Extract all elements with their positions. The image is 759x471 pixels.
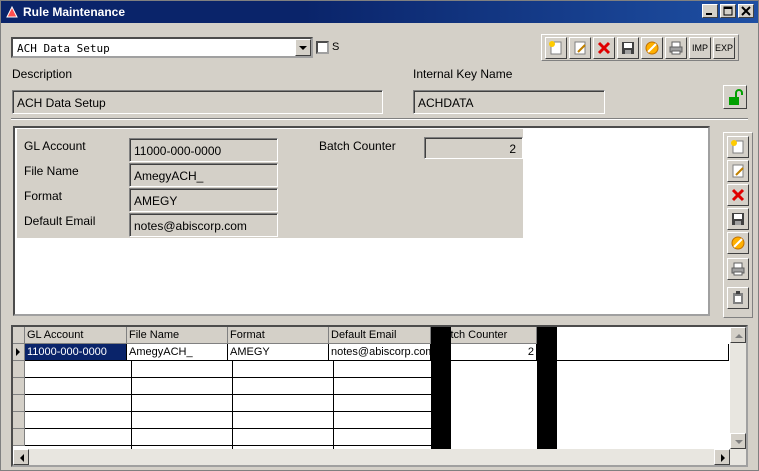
- sidebar-cancel-button[interactable]: [727, 232, 749, 254]
- save-icon: [622, 42, 634, 54]
- new-icon: [549, 41, 562, 55]
- edit-icon: [574, 41, 586, 55]
- grid-header-format[interactable]: Format: [228, 327, 329, 344]
- table-cell[interactable]: 11000-000-0000: [25, 344, 127, 361]
- cancel-icon: [645, 41, 659, 55]
- grid-line: [329, 361, 334, 451]
- delete-icon: [731, 188, 745, 202]
- maximize-icon: [723, 6, 733, 16]
- row-indicator[interactable]: [13, 344, 25, 361]
- grid-header-default-email[interactable]: Default Email: [329, 327, 431, 344]
- delete-button[interactable]: [593, 37, 615, 59]
- table-cell[interactable]: [557, 344, 729, 361]
- rule-maintenance-window: Rule Maintenance ACH Data Setup S IMP EX…: [0, 0, 759, 471]
- grid-header-gl-account[interactable]: GL Account: [25, 327, 127, 344]
- save-icon: [732, 213, 744, 225]
- new-icon: [731, 140, 744, 154]
- new-button[interactable]: [545, 37, 567, 59]
- scroll-up-button[interactable]: [730, 327, 746, 343]
- minimize-button[interactable]: [702, 4, 718, 18]
- print-icon: [731, 262, 745, 276]
- table-cell[interactable]: 2: [435, 344, 537, 361]
- sidebar-new-button[interactable]: [727, 136, 749, 158]
- detail-panel: GL Account 11000-000-0000 File Name Ameg…: [13, 126, 710, 316]
- gl-account-label: GL Account: [24, 139, 86, 153]
- rule-selector-value: ACH Data Setup: [17, 42, 110, 55]
- description-label: Description: [12, 67, 73, 81]
- print-button[interactable]: [665, 37, 687, 59]
- cancel-icon: [731, 236, 745, 250]
- table-cell[interactable]: notes@abiscorp.com: [329, 344, 431, 361]
- grid-header-file-name[interactable]: File Name: [127, 327, 228, 344]
- maximize-button[interactable]: [720, 4, 736, 18]
- row-indicator[interactable]: [13, 412, 25, 429]
- close-button[interactable]: [738, 4, 754, 18]
- row-indicator[interactable]: [13, 361, 25, 378]
- grid-line: [127, 361, 132, 451]
- window-title: Rule Maintenance: [23, 5, 126, 19]
- main-toolbar: IMP EXP: [541, 34, 739, 61]
- scroll-left-button[interactable]: [13, 449, 29, 465]
- internal-key-field[interactable]: ACHDATA: [413, 90, 605, 114]
- cancel-button[interactable]: [641, 37, 663, 59]
- sidebar-save-button[interactable]: [727, 208, 749, 230]
- detail-form: GL Account 11000-000-0000 File Name Ameg…: [17, 129, 523, 238]
- record-sidebar-toolbar: [723, 132, 753, 318]
- file-name-field[interactable]: AmegyACH_: [129, 163, 278, 187]
- s-checkbox[interactable]: [316, 41, 329, 54]
- chevron-down-icon: [735, 440, 743, 444]
- grid-line: [228, 361, 233, 451]
- chevron-up-icon: [735, 334, 743, 338]
- batch-counter-field[interactable]: 2: [424, 137, 523, 159]
- batch-counter-label: Batch Counter: [319, 139, 396, 153]
- gl-account-field[interactable]: 11000-000-0000: [129, 138, 278, 162]
- import-button[interactable]: IMP: [689, 37, 711, 59]
- header-divider: [11, 118, 748, 120]
- delete-icon: [597, 41, 611, 55]
- close-icon: [741, 6, 751, 16]
- save-button[interactable]: [617, 37, 639, 59]
- row-indicator[interactable]: [13, 429, 25, 446]
- lock-button[interactable]: [723, 85, 747, 109]
- scroll-right-button[interactable]: [714, 449, 730, 465]
- lock-open-icon: [729, 89, 743, 105]
- description-field[interactable]: ACH Data Setup: [12, 90, 383, 114]
- row-indicator[interactable]: [13, 378, 25, 395]
- edit-button[interactable]: [569, 37, 591, 59]
- format-field[interactable]: AMEGY: [129, 188, 278, 212]
- export-button[interactable]: EXP: [713, 37, 735, 59]
- sidebar-delete-button[interactable]: [727, 184, 749, 206]
- app-icon: [6, 5, 18, 18]
- print-icon: [669, 41, 683, 55]
- file-name-label: File Name: [24, 164, 79, 178]
- chevron-down-icon: [299, 46, 307, 50]
- chevron-left-icon: [20, 454, 24, 462]
- grid-vertical-scrollbar[interactable]: [730, 327, 746, 449]
- sidebar-paste-button[interactable]: [727, 287, 749, 309]
- row-pointer-icon: [16, 348, 20, 356]
- records-grid: GL Account File Name Format Default Emai…: [11, 325, 748, 467]
- row-indicator[interactable]: [13, 395, 25, 412]
- grid-header-corner: [13, 327, 25, 344]
- combo-dropdown-button[interactable]: [295, 39, 311, 56]
- grid-column-separator: [537, 327, 557, 451]
- sidebar-print-button[interactable]: [727, 258, 749, 280]
- table-cell[interactable]: AMEGY: [228, 344, 329, 361]
- minimize-icon: [706, 13, 712, 15]
- table-cell[interactable]: AmegyACH_: [127, 344, 228, 361]
- edit-icon: [732, 164, 744, 178]
- title-bar: Rule Maintenance: [1, 1, 758, 23]
- scroll-down-button[interactable]: [730, 433, 746, 449]
- format-label: Format: [24, 189, 63, 203]
- internal-key-label: Internal Key Name: [413, 67, 513, 81]
- default-email-field[interactable]: notes@abiscorp.com: [129, 213, 278, 237]
- rule-selector-combo[interactable]: ACH Data Setup: [11, 37, 313, 58]
- default-email-label: Default Email: [24, 214, 96, 228]
- clipboard-icon: [733, 291, 743, 304]
- sidebar-edit-button[interactable]: [727, 160, 749, 182]
- grid-horizontal-scrollbar[interactable]: [13, 449, 746, 465]
- s-checkbox-label: S: [332, 41, 340, 53]
- chevron-right-icon: [721, 454, 725, 462]
